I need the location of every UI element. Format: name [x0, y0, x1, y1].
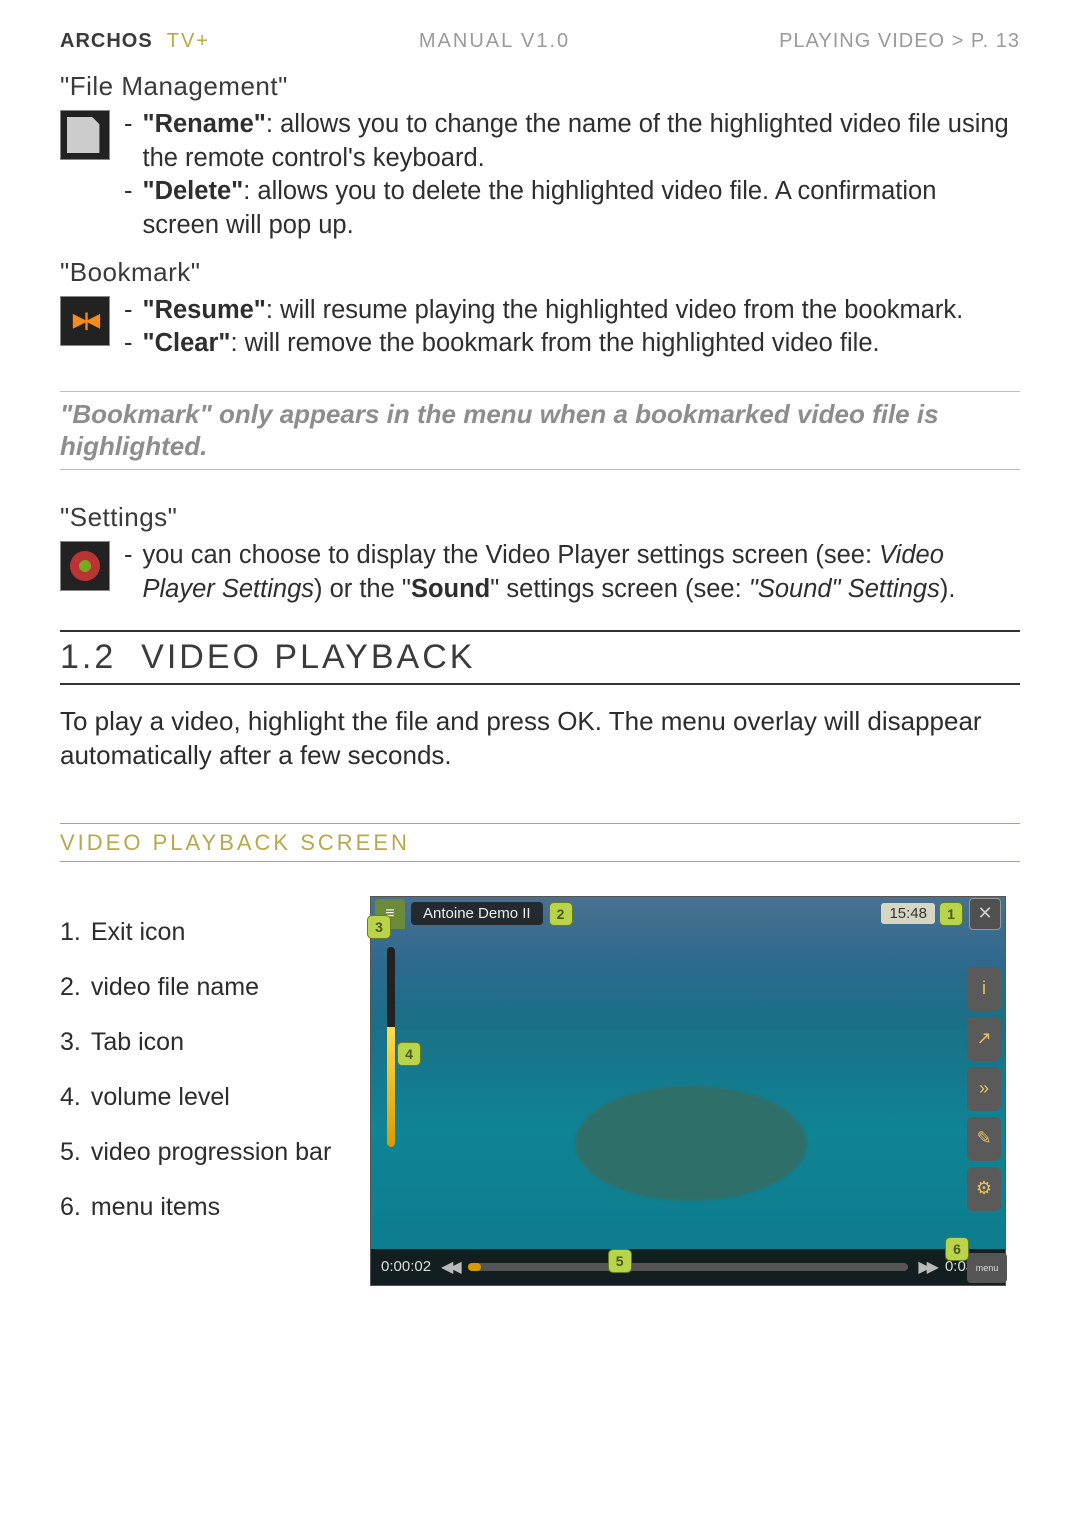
resume-term: "Resume" [143, 296, 266, 324]
callout-6: 6.menu items [60, 1193, 340, 1222]
callout-badge-6: 6 [945, 1237, 969, 1261]
settings-player-icon: ⚙ [967, 1167, 1001, 1211]
settings-block: you can choose to display the Video Play… [60, 539, 1020, 606]
callout-badge-3: 3 [367, 915, 391, 939]
section-heading: 1.2 VIDEO PLAYBACK [60, 634, 1020, 681]
section-intro: To play a video, highlight the file and … [60, 705, 1020, 773]
settings-text-mid: ) or the " [314, 575, 411, 603]
callout-3: 3.Tab icon [60, 1028, 340, 1057]
section-number: 1.2 [60, 638, 116, 676]
tab-icon: 3 [375, 899, 405, 929]
player-side-menu: i ↗ » ✎ ⚙ [967, 967, 1001, 1211]
playback-screen-row: 1.Exit icon 2.video file name 3.Tab icon… [60, 892, 1020, 1286]
delete-term: "Delete" [143, 177, 244, 205]
file-management-item-delete: "Delete": allows you to delete the highl… [124, 175, 1020, 242]
format-icon: ↗ [967, 1017, 1001, 1061]
callout-4: 4.volume level [60, 1083, 340, 1112]
file-management-heading: "File Management" [60, 71, 1020, 102]
settings-text-mid2: " settings screen (see: [490, 575, 749, 603]
video-progression-fill [468, 1263, 481, 1271]
callout-badge-2: 2 [549, 902, 573, 926]
video-playback-screenshot: 3 Antoine Demo II 2 15:48 1 ✕ 4 i ↗ » ✎ … [370, 896, 1006, 1286]
video-file-name: Antoine Demo II [411, 902, 543, 925]
rename-text: : allows you to change the name of the h… [143, 110, 1009, 172]
manual-page: ARCHOS TV+ MANUAL V1.0 PLAYING VIDEO > P… [0, 0, 1080, 1326]
section-title: VIDEO PLAYBACK [141, 638, 475, 676]
settings-icon [60, 541, 110, 591]
settings-link-sound: "Sound" Settings [749, 575, 940, 603]
callout-list: 1.Exit icon 2.video file name 3.Tab icon… [60, 892, 340, 1248]
callout-badge-1: 1 [939, 902, 963, 926]
clear-text: : will remove the bookmark from the high… [230, 329, 879, 357]
bookmark-note: "Bookmark" only appears in the menu when… [60, 391, 1020, 470]
video-progression-bar: 5 [468, 1263, 909, 1271]
settings-bold-sound: Sound [411, 575, 490, 603]
forward-icon: ▶▶ [918, 1257, 935, 1277]
info-icon: i [967, 967, 1001, 1011]
player-top-bar: 3 Antoine Demo II 2 15:48 1 ✕ [371, 897, 1005, 931]
file-management-list: "Rename": allows you to change the name … [124, 108, 1020, 243]
callout-1: 1.Exit icon [60, 918, 340, 947]
bookmark-heading: "Bookmark" [60, 257, 1020, 288]
bookmark-set-icon: ✎ [967, 1117, 1001, 1161]
menu-items-icon: menu [967, 1253, 1007, 1283]
file-management-item-rename: "Rename": allows you to change the name … [124, 108, 1020, 175]
header-left: ARCHOS TV+ [60, 30, 210, 53]
bookmark-item-resume: "Resume": will resume playing the highli… [124, 294, 963, 328]
callout-badge-5: 5 [608, 1249, 632, 1273]
settings-text-post: ). [940, 575, 956, 603]
bookmark-block: "Resume": will resume playing the highli… [60, 294, 1020, 361]
bookmark-icon [60, 296, 110, 346]
settings-item: you can choose to display the Video Play… [124, 539, 1020, 606]
manual-version: MANUAL V1.0 [419, 30, 570, 53]
subsection-heading: VIDEO PLAYBACK SCREEN [60, 824, 1020, 862]
exit-icon: ✕ [969, 898, 1001, 930]
volume-level-fill [387, 1027, 395, 1147]
settings-text: you can choose to display the Video Play… [124, 539, 1020, 606]
elapsed-time: 0:00:02 [381, 1258, 431, 1275]
resume-text: : will resume playing the highlighted vi… [266, 296, 963, 324]
delete-text: : allows you to delete the highlighted v… [143, 177, 937, 239]
file-management-icon [60, 110, 110, 160]
file-management-block: "Rename": allows you to change the name … [60, 108, 1020, 243]
page-header: ARCHOS TV+ MANUAL V1.0 PLAYING VIDEO > P… [60, 30, 1020, 53]
bookmark-item-clear: "Clear": will remove the bookmark from t… [124, 327, 963, 361]
video-content-illustration [501, 1017, 881, 1247]
brand-logo: ARCHOS [60, 30, 153, 52]
brand-suffix: TV+ [167, 30, 210, 52]
callout-5: 5.video progression bar [60, 1138, 340, 1167]
player-clock: 15:48 [881, 903, 935, 924]
rewind-icon: ◀◀ [441, 1257, 458, 1277]
callout-2: 2.video file name [60, 973, 340, 1002]
page-breadcrumb: PLAYING VIDEO > P. 13 [779, 30, 1020, 53]
clear-term: "Clear" [143, 329, 231, 357]
volume-level-track: 4 [387, 947, 395, 1147]
settings-text-pre: you can choose to display the Video Play… [143, 541, 880, 569]
callout-badge-4: 4 [397, 1042, 421, 1066]
section-rule-top [60, 630, 1020, 632]
section-rule-bot [60, 683, 1020, 685]
settings-heading: "Settings" [60, 502, 1020, 533]
rename-term: "Rename" [143, 110, 266, 138]
player-bottom-bar: 0:00:02 ◀◀ 5 ▶▶ 0:03:16 6 [371, 1249, 1005, 1285]
bookmark-list: "Resume": will resume playing the highli… [124, 294, 963, 361]
speed-icon: » [967, 1067, 1001, 1111]
